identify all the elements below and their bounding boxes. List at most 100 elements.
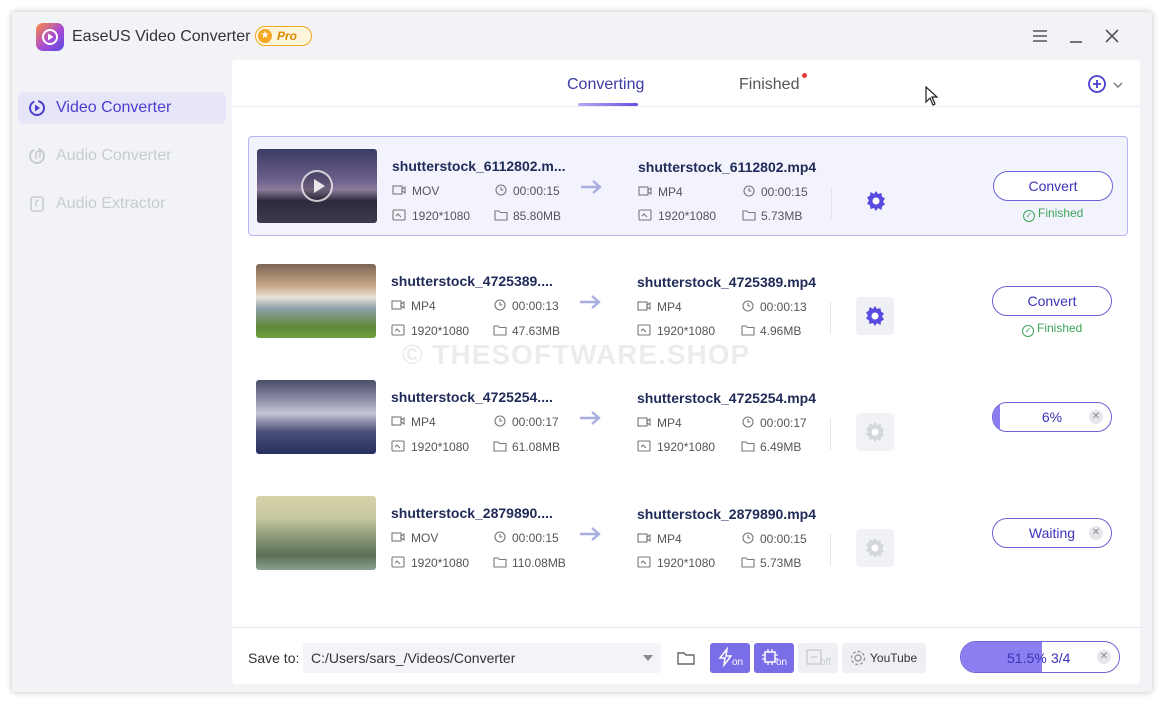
output-duration: 00:00:15	[761, 185, 808, 199]
file-size-icon	[493, 557, 507, 568]
output-resolution: 1920*1080	[658, 209, 717, 223]
source-duration: 00:00:17	[512, 415, 559, 429]
status-label: Finished	[1038, 206, 1084, 220]
source-resolution: 1920*1080	[411, 440, 470, 454]
resolution-icon	[391, 556, 405, 568]
video-converter-icon	[29, 100, 45, 116]
sidebar-item-video-converter[interactable]: Video Converter	[18, 92, 226, 124]
close-button[interactable]	[1102, 26, 1122, 46]
output-format: MP4	[657, 416, 682, 430]
output-format: MP4	[657, 300, 682, 314]
open-folder-button[interactable]	[672, 643, 700, 673]
minimize-button[interactable]	[1066, 26, 1086, 46]
file-size-icon	[742, 210, 756, 221]
add-file-button[interactable]	[1087, 74, 1127, 94]
cancel-all-icon[interactable]: ✕	[1097, 650, 1111, 664]
waiting-pill[interactable]: Waiting ✕	[992, 518, 1112, 548]
gear-icon	[867, 191, 885, 211]
video-format-icon	[391, 416, 405, 426]
output-settings-button[interactable]	[857, 182, 895, 220]
file-row[interactable]: shutterstock_4725389.... MP4 00:00:13 1920*…	[248, 252, 1128, 352]
output-settings-button[interactable]	[856, 297, 894, 335]
file-size-icon	[741, 441, 755, 452]
output-filename: shutterstock_4725389.mp4	[637, 274, 816, 290]
menu-button[interactable]	[1030, 26, 1050, 46]
video-thumbnail[interactable]	[256, 264, 376, 338]
status-finished: ✓ Finished	[1023, 206, 1083, 222]
source-resolution: 1920*1080	[411, 556, 470, 570]
gpu-state: on	[732, 657, 744, 668]
source-size: 47.63MB	[512, 324, 561, 338]
output-duration: 00:00:17	[760, 416, 807, 430]
output-duration: 00:00:15	[760, 532, 807, 546]
file-size-icon	[741, 557, 755, 568]
gpu-acceleration-toggle[interactable]: on	[710, 643, 750, 673]
tab-converting[interactable]: Converting	[567, 76, 644, 94]
cancel-icon[interactable]: ✕	[1089, 410, 1103, 424]
source-filename: shutterstock_6112802.m...	[392, 158, 566, 174]
resolution-icon	[391, 324, 405, 336]
source-format: MOV	[411, 531, 439, 545]
source-size: 61.08MB	[512, 440, 561, 454]
tabs-bar: Converting Finished	[232, 60, 1140, 107]
convert-label: Convert	[1028, 178, 1078, 194]
progress-label: 6%	[1041, 409, 1063, 425]
convert-button[interactable]: Convert	[992, 286, 1112, 316]
add-icon	[1088, 75, 1106, 93]
source-filename: shutterstock_4725254....	[391, 389, 553, 405]
chevron-down-icon	[1113, 82, 1123, 88]
source-resolution: 1920*1080	[411, 324, 470, 338]
video-thumbnail[interactable]	[257, 149, 377, 223]
video-thumbnail[interactable]	[256, 380, 376, 454]
video-format-icon	[392, 185, 406, 195]
output-size: 4.96MB	[760, 324, 802, 338]
sidebar-item-audio-converter[interactable]: Audio Converter	[18, 140, 226, 172]
resolution-icon	[637, 440, 651, 452]
close-icon	[1105, 29, 1119, 43]
merge-toggle[interactable]: off	[798, 643, 838, 673]
arrow-right-icon	[581, 180, 602, 194]
save-path-select[interactable]: C:/Users/sars_/Videos/Converter	[303, 643, 661, 673]
arrow-right-icon	[580, 527, 601, 541]
convert-label: Convert	[1027, 293, 1077, 309]
source-duration: 00:00:13	[512, 299, 559, 313]
video-format-icon	[637, 301, 651, 311]
file-size-icon	[494, 210, 508, 221]
clock-icon	[494, 299, 506, 311]
app-title: EaseUS Video Converter	[72, 28, 251, 45]
youtube-label: YouTube	[870, 651, 918, 665]
resolution-icon	[637, 556, 651, 568]
youtube-button[interactable]: YouTube	[842, 643, 926, 673]
sidebar-item-audio-extractor[interactable]: Audio Extractor	[18, 188, 226, 220]
waiting-label: Waiting	[1028, 525, 1076, 541]
output-size: 6.49MB	[760, 440, 802, 454]
check-circle-icon: ✓	[1022, 325, 1034, 337]
clock-icon	[742, 300, 754, 312]
hardware-acceleration-toggle[interactable]: on	[754, 643, 794, 673]
file-row[interactable]: shutterstock_4725254.... MP4 00:00:17 1920*…	[248, 368, 1128, 468]
resolution-icon	[638, 209, 652, 221]
total-progress[interactable]: 51.5% 3/4 ✕	[960, 641, 1120, 673]
audio-extractor-icon	[30, 196, 44, 212]
file-row[interactable]: shutterstock_2879890.... MOV 00:00:15 1920*…	[248, 484, 1128, 584]
video-format-icon	[391, 532, 405, 542]
output-format: MP4	[657, 532, 682, 546]
gear-icon	[850, 650, 866, 666]
video-thumbnail[interactable]	[256, 496, 376, 570]
pro-badge[interactable]: ★ Pro	[255, 26, 312, 46]
source-format: MOV	[412, 184, 440, 198]
cancel-icon[interactable]: ✕	[1089, 526, 1103, 540]
divider	[831, 187, 832, 219]
progress-pill[interactable]: 6% ✕	[992, 402, 1112, 432]
output-settings-button[interactable]	[856, 413, 894, 451]
output-size: 5.73MB	[761, 209, 803, 223]
convert-button[interactable]: Convert	[993, 171, 1113, 201]
file-row[interactable]: shutterstock_6112802.m... MOV 00:00:15 1920…	[248, 136, 1128, 236]
check-circle-icon: ✓	[1023, 210, 1035, 222]
output-settings-button[interactable]	[856, 529, 894, 567]
pro-label: Pro	[277, 29, 298, 43]
play-icon[interactable]	[301, 170, 333, 202]
tab-underline	[578, 103, 638, 106]
source-format: MP4	[411, 415, 436, 429]
tab-finished[interactable]: Finished	[739, 76, 799, 94]
